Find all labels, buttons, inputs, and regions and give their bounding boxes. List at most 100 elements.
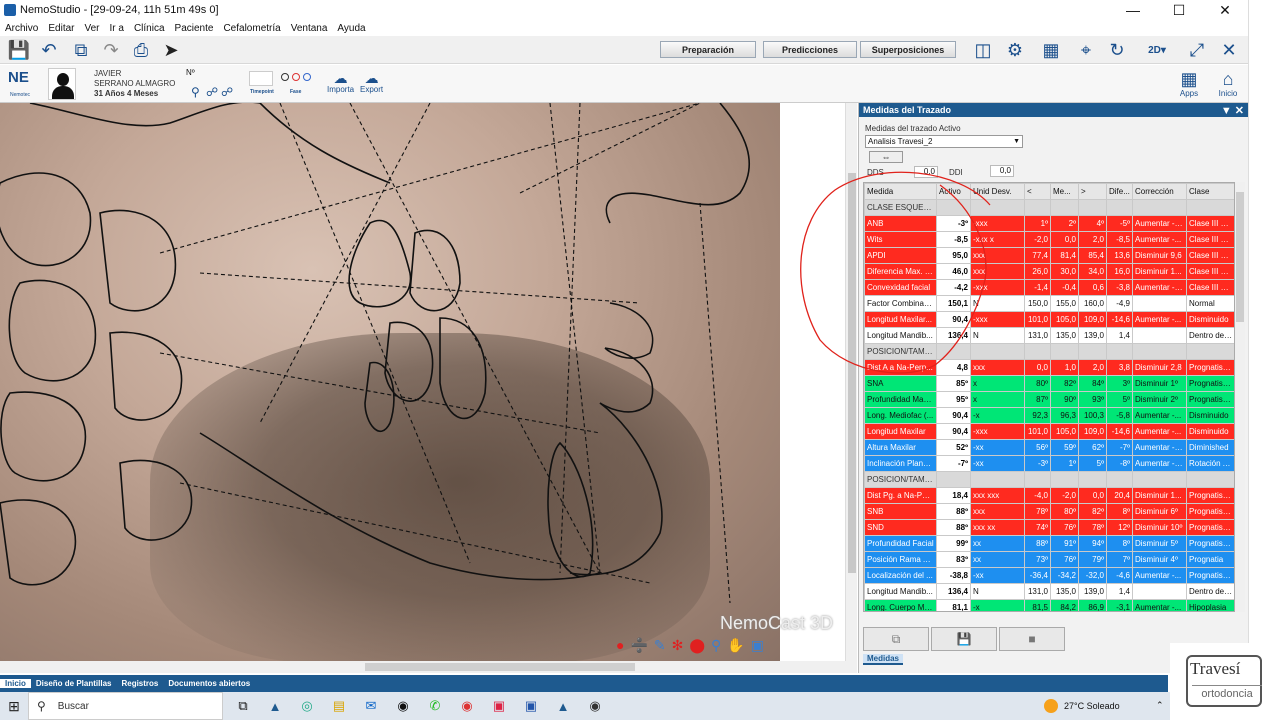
menu-ayuda[interactable]: Ayuda bbox=[332, 23, 370, 34]
table-row[interactable]: Wits -8,5 -xxx x -2,0 0,0 2,0 -8,5 Aumentar -..… bbox=[864, 231, 1234, 248]
nemo-app-icon[interactable]: ▲ bbox=[265, 696, 285, 716]
table-row[interactable]: SNA 85º x 80º 82º 84º 3º Disminuir 1º Prognatism… bbox=[864, 375, 1234, 392]
table-row[interactable]: Long. Cuerpo Ma... 81,1 -x 81,5 84,2 86,9 -3,1… bbox=[864, 599, 1234, 611]
table-row[interactable]: Localización del ... -38,8 -xx -36,4 -34,2 -3… bbox=[864, 567, 1234, 584]
grid-select-icon[interactable]: ▦ bbox=[1040, 39, 1062, 61]
column-header[interactable]: < bbox=[1024, 183, 1051, 200]
edge-icon[interactable]: ◎ bbox=[297, 696, 317, 716]
close-button[interactable]: ✕ bbox=[1202, 0, 1248, 20]
tab-medidas[interactable]: Medidas bbox=[863, 654, 904, 665]
zoom-tool-icon[interactable]: ⚲ bbox=[711, 637, 721, 654]
table-row[interactable]: Profundidad Facial 99º xx 88º 91º 94º 8º Dismin… bbox=[864, 535, 1234, 552]
table-row[interactable]: Diferencia Max. -... 46,0 xxx 26,0 30,0 34,0 1… bbox=[864, 263, 1234, 280]
tray-chevron-icon[interactable]: ⌃ bbox=[1156, 700, 1164, 711]
patient-avatar[interactable] bbox=[48, 68, 76, 100]
task-view-icon[interactable]: ⧉ bbox=[233, 696, 253, 716]
tooth-tool-icon[interactable]: ✻ bbox=[672, 637, 684, 654]
section-row[interactable]: POSICION/TAMA... bbox=[864, 471, 1234, 488]
search-icon[interactable]: ⚲ bbox=[191, 85, 200, 99]
table-row[interactable]: Convexidad facial -4,2 -xxx -1,4 -0,4 0,6 -3,8… bbox=[864, 279, 1234, 296]
import-button[interactable]: ☁ Importa bbox=[327, 71, 354, 94]
save-icon[interactable]: 💾 bbox=[931, 627, 997, 651]
patient-link-icon[interactable]: ☍ bbox=[206, 85, 218, 99]
powerpoint-icon[interactable]: ▣ bbox=[489, 696, 509, 716]
chrome-icon[interactable]: ◉ bbox=[457, 696, 477, 716]
menu-ver[interactable]: Ver bbox=[79, 23, 104, 34]
column-header[interactable]: Medida bbox=[864, 183, 937, 200]
tab-registros[interactable]: Registros bbox=[116, 679, 163, 688]
crop-icon[interactable]: ⌖ bbox=[1075, 39, 1097, 61]
windows-start-icon[interactable]: ⊞ bbox=[0, 698, 28, 715]
table-row[interactable]: Posición Rama A... 83º xx 73º 76º 79º 7º Dismin… bbox=[864, 551, 1234, 568]
table-row[interactable]: Longitud Maxilar 90,4 -xxx 101,0 105,0 109,0-… bbox=[864, 423, 1234, 440]
table-row[interactable]: Longitud Mandib... 136,4 N 131,0 135,0 139,0 1… bbox=[864, 583, 1234, 600]
table-row[interactable]: SNB 88º xxx 78º 80º 82º 8º Disminuir 6º Prognati… bbox=[864, 503, 1234, 520]
swap-button[interactable]: ⇔ bbox=[869, 151, 903, 163]
table-row[interactable]: Dist Pg. a Na-Per... 18,4 xxx xxx -4,0 -2,0 0… bbox=[864, 487, 1234, 504]
circle-tool-icon[interactable]: ⬤ bbox=[689, 637, 705, 654]
close-view-icon[interactable]: ✕ bbox=[1218, 39, 1240, 61]
menu-ventana[interactable]: Ventana bbox=[286, 23, 333, 34]
fase-selector[interactable] bbox=[281, 73, 311, 81]
file-explorer-icon[interactable]: ▤ bbox=[329, 696, 349, 716]
redo-icon[interactable]: ↷ bbox=[100, 39, 122, 61]
print-icon[interactable]: ⎙ bbox=[130, 39, 152, 61]
rotate-icon[interactable]: ↻ bbox=[1106, 39, 1128, 61]
menu-archivo[interactable]: Archivo bbox=[0, 23, 43, 34]
column-header[interactable]: > bbox=[1078, 183, 1107, 200]
apps-button[interactable]: ▦ Apps bbox=[1174, 69, 1204, 98]
image-vscroll-thumb[interactable] bbox=[848, 173, 856, 573]
camera-tool-icon[interactable]: ▣ bbox=[751, 637, 764, 654]
section-row[interactable]: CLASE ESQUELET... bbox=[864, 199, 1234, 216]
export-shape-icon[interactable]: ■ bbox=[999, 627, 1065, 651]
gear-icon[interactable]: ⚙ bbox=[1004, 39, 1026, 61]
table-row[interactable]: Long. Mediofac (... 90,4 -x 92,3 96,3 100,3 -5… bbox=[864, 407, 1234, 424]
table-row[interactable]: Longitud Maxilar... 90,4 -xxx 101,0 105,0 109… bbox=[864, 311, 1234, 328]
save-copy-icon[interactable]: ⧉ bbox=[70, 39, 92, 61]
predicciones-select[interactable]: Predicciones bbox=[763, 41, 857, 58]
column-header[interactable]: Activo bbox=[936, 183, 971, 200]
cephalometric-image-viewport[interactable]: NemoCast 3D ● ➗ ✎ ✻ ⬤ ⚲ ✋ ▣ bbox=[0, 103, 845, 661]
column-header[interactable]: Dife... bbox=[1106, 183, 1133, 200]
maximize-button[interactable]: ☐ bbox=[1156, 0, 1202, 20]
table-row[interactable]: Dist A a Na-Perp... 4,8 xxx 0,0 1,0 2,0 3,8 Dis… bbox=[864, 359, 1234, 376]
outlook-icon[interactable]: ✉ bbox=[361, 696, 381, 716]
table-row[interactable]: SND 88º xxx xx 74º 76º 78º 12º Disminuir 10º Pro… bbox=[864, 519, 1234, 536]
table-row[interactable]: Inclinación Plano... -7º -xx -3º 1º 5º -8º Aume… bbox=[864, 455, 1234, 472]
pen-tool-icon[interactable]: ✎ bbox=[654, 637, 666, 654]
superposiciones-button[interactable]: Superposiciones bbox=[860, 41, 956, 58]
save-icon[interactable]: 💾 bbox=[8, 39, 30, 61]
table-row[interactable]: Factor Combinac... 150,1 N 150,0 155,0 160,0-… bbox=[864, 295, 1234, 312]
preparacion-button[interactable]: Preparación bbox=[660, 41, 756, 58]
panel-close-icon[interactable]: ✕ bbox=[1235, 105, 1244, 117]
image-hscroll-thumb[interactable] bbox=[365, 663, 635, 671]
pointer-icon[interactable]: ➤ bbox=[160, 39, 182, 61]
column-header[interactable]: Clase bbox=[1186, 183, 1234, 200]
tab-documentos-abiertos[interactable]: Documentos abiertos bbox=[163, 679, 255, 688]
tab-diseno-plantillas[interactable]: Diseño de Plantillas bbox=[31, 679, 117, 688]
tab-inicio[interactable]: Inicio bbox=[0, 679, 31, 688]
table-scroll-thumb[interactable] bbox=[1236, 192, 1244, 322]
menu-ir-a[interactable]: Ir a bbox=[105, 23, 129, 34]
fase-circle-red-icon[interactable] bbox=[292, 73, 300, 81]
line-tool-icon[interactable]: ➗ bbox=[630, 637, 647, 654]
fullscreen-icon[interactable]: ⤢ bbox=[1186, 39, 1208, 61]
copy-icon[interactable]: ⧉ bbox=[863, 627, 929, 651]
fase-circle-icon[interactable] bbox=[281, 73, 289, 81]
export-button[interactable]: ☁ Export bbox=[360, 71, 383, 94]
active-tracing-select[interactable]: Analisis Travesi_2 ▼ bbox=[865, 135, 1023, 148]
column-header[interactable]: Corrección bbox=[1132, 183, 1187, 200]
table-scrollbar[interactable] bbox=[1235, 182, 1245, 612]
compare-icon[interactable]: ◫ bbox=[972, 39, 994, 61]
inicio-button[interactable]: ⌂ Inicio bbox=[1213, 69, 1243, 98]
table-row[interactable]: Profundidad Max... 95º x 87º 90º 93º 5º Disminu… bbox=[864, 391, 1234, 408]
patient-link2-icon[interactable]: ☍ bbox=[221, 85, 233, 99]
taskbar-search[interactable]: ⚲ Buscar bbox=[28, 692, 223, 720]
fase-circle-blue-icon[interactable] bbox=[303, 73, 311, 81]
weather-widget[interactable]: 27°C Soleado bbox=[1044, 692, 1120, 720]
table-row[interactable]: ANB -3º -xxx 1º 2º 4º -5º Aumentar - 4º Clase II… bbox=[864, 215, 1234, 232]
column-header[interactable]: Unid Desv. bbox=[970, 183, 1025, 200]
image-vertical-scrollbar[interactable] bbox=[845, 103, 857, 661]
marker-tool-icon[interactable]: ● bbox=[616, 637, 624, 654]
panel-collapse-icon[interactable]: ▼ bbox=[1221, 105, 1232, 117]
